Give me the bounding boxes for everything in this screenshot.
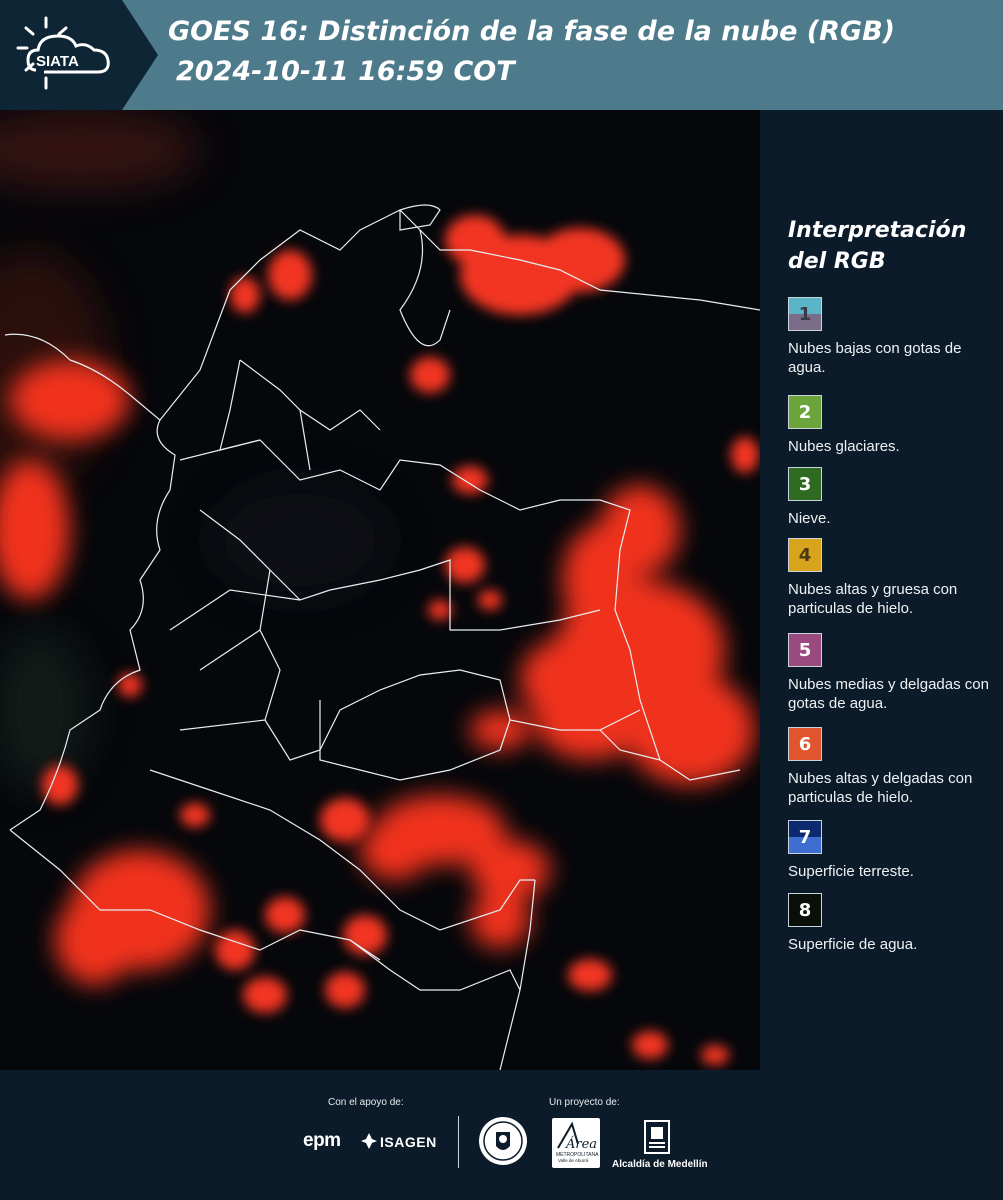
legend-swatch: 5 <box>788 633 822 667</box>
legend-swatch: 8 <box>788 893 822 927</box>
legend-label: Nubes glaciares. <box>788 438 900 455</box>
legend-swatch: 1 <box>788 297 822 331</box>
legend-swatch: 2 <box>788 395 822 429</box>
page-title: GOES 16: Distinción de la fase de la nub… <box>168 16 895 47</box>
legend-label: Nubes bajas con gotas de agua. <box>788 340 962 376</box>
legend-item-3: 3 Nieve. <box>788 467 998 528</box>
legend-swatch: 3 <box>788 467 822 501</box>
legend-label: Superficie terreste. <box>788 863 914 880</box>
legend-title-line1: Interpretación <box>788 218 967 243</box>
legend-label: Nubes medias y delgadas con gotas de agu… <box>788 676 989 712</box>
header-bar: SIATA GOES 16: Distinción de la fase de … <box>0 0 1003 110</box>
logo-text: SIATA <box>36 53 79 70</box>
epm-logo: epm <box>303 1130 341 1151</box>
legend-label: Superficie de agua. <box>788 936 918 953</box>
legend-title: Interpretación del RGB <box>788 215 988 277</box>
svg-text:Valle de Aburrá: Valle de Aburrá <box>558 1158 589 1163</box>
satellite-image <box>0 110 760 1070</box>
footer: Con el apoyo de: Un proyecto de: epm ISA… <box>0 1070 1003 1200</box>
page-timestamp: 2024-10-11 16:59 COT <box>176 56 515 87</box>
legend-item-6: 6 Nubes altas y delgadas con particulas … <box>788 727 998 807</box>
legend-label: Nubes altas y delgadas con particulas de… <box>788 770 973 806</box>
legend-item-1: 1 Nubes bajas con gotas de agua. <box>788 297 998 377</box>
legend-item-5: 5 Nubes medias y delgadas con gotas de a… <box>788 633 998 713</box>
legend-label: Nubes altas y gruesa con particulas de h… <box>788 581 958 617</box>
isagen-logo-icon <box>361 1133 377 1149</box>
legend-title-line2: del RGB <box>788 249 886 274</box>
area-metropolitana-logo: Área METROPOLITANA Valle de Aburrá <box>552 1118 600 1168</box>
satellite-map[interactable] <box>0 110 760 1070</box>
legend-item-8: 8 Superficie de agua. <box>788 893 998 954</box>
project-label: Un proyecto de: <box>549 1097 620 1108</box>
legend-panel: Interpretación del RGB 1 Nubes bajas con… <box>760 110 1003 1070</box>
legend-item-4: 4 Nubes altas y gruesa con particulas de… <box>788 538 998 618</box>
logo-block: SIATA <box>0 0 158 110</box>
seal-logo-icon <box>479 1117 527 1165</box>
legend-swatch: 4 <box>788 538 822 572</box>
isagen-logo: ISAGEN <box>380 1134 437 1150</box>
alcaldia-shield-icon <box>644 1120 670 1154</box>
legend-label: Nieve. <box>788 510 831 527</box>
legend-item-7: 7 Superficie terreste. <box>788 820 998 881</box>
legend-swatch: 6 <box>788 727 822 761</box>
svg-text:Área: Área <box>565 1136 597 1152</box>
legend-item-2: 2 Nubes glaciares. <box>788 395 998 456</box>
legend-swatch: 7 <box>788 820 822 854</box>
footer-divider <box>458 1116 459 1168</box>
alcaldia-medellin-logo: Alcaldía de Medellín <box>612 1159 708 1170</box>
support-label: Con el apoyo de: <box>328 1097 404 1108</box>
siata-logo-icon: SIATA <box>16 16 110 90</box>
